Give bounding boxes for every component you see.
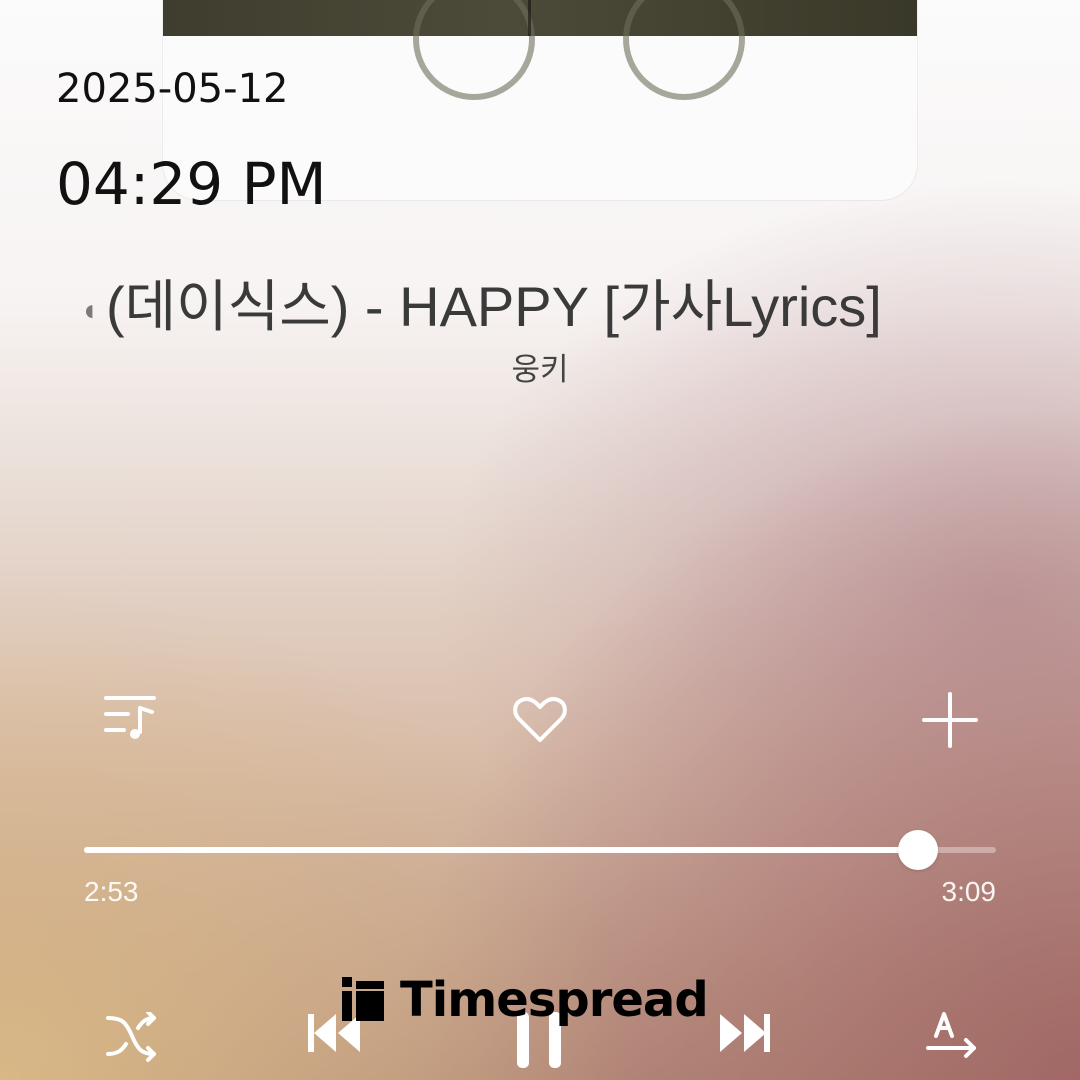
translate-lyrics-icon[interactable] — [924, 1012, 980, 1068]
track-artist[interactable]: 웅키 — [0, 344, 1080, 389]
seek-bar[interactable] — [84, 830, 996, 870]
watermark: Timespread — [340, 970, 709, 1030]
overlay-time: 04:29 PM — [56, 150, 327, 218]
total-duration: 3:09 — [941, 876, 997, 907]
shuffle-icon[interactable] — [104, 1012, 160, 1068]
track-title-marquee: ◖ (데이식스) - HAPPY [가사Lyrics] — [80, 262, 950, 343]
overlay-date: 2025-05-12 — [56, 66, 289, 112]
track-title: (데이식스) - HAPPY [가사Lyrics] — [106, 275, 882, 338]
album-art-detail — [623, 0, 745, 100]
album-art-detail — [528, 0, 531, 36]
plus-icon[interactable] — [920, 690, 980, 750]
timespread-logo-icon — [342, 977, 384, 1021]
album-art-detail — [413, 0, 535, 100]
heart-outline-icon[interactable] — [510, 690, 570, 750]
watermark-text: Timespread — [400, 972, 709, 1028]
elapsed-time: 2:53 — [84, 876, 139, 907]
skip-next-icon[interactable] — [718, 1012, 774, 1068]
playlist-music-icon[interactable] — [102, 690, 162, 750]
seek-bar-fill — [84, 847, 919, 853]
marquee-fade-glyph: ◖ — [80, 294, 99, 328]
seek-bar-thumb[interactable] — [898, 830, 939, 870]
album-art-image — [163, 0, 917, 100]
